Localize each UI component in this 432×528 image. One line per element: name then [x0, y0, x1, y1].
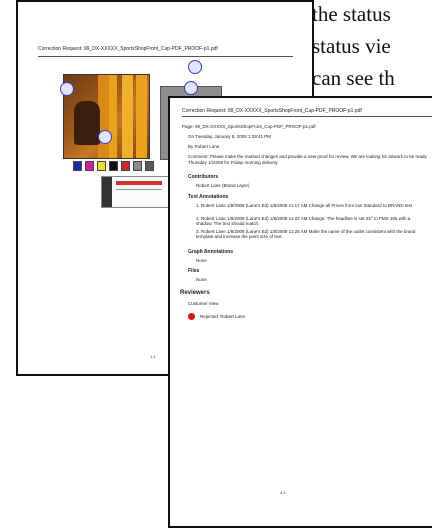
contributors-heading: Contributors: [188, 174, 219, 180]
files-value: None: [196, 277, 207, 282]
text-annotation-1: 1. Robert Lane 1/8/2008 (Lane's Ed) 1/8/…: [196, 203, 413, 208]
color-swatch-7: [145, 161, 154, 171]
files-heading: Files: [188, 268, 200, 274]
title-rule: [38, 56, 293, 57]
contributors-value: Robert Lane (Brand Layer): [196, 183, 250, 188]
comment-text: Comment: Please make the marked changes …: [188, 154, 427, 165]
customer-view-heading: Customer View: [188, 301, 219, 306]
correction-report-page: Correction Request: 99_DX-XXXXX_SportsSh…: [168, 96, 432, 528]
color-swatches: [73, 161, 154, 171]
text-annotation-2: 2. Robert Lane 1/8/2008 (Lane's Ed) 1/8/…: [196, 216, 411, 226]
annotation-marker-1: [188, 60, 202, 74]
graph-annotations-value: None: [196, 258, 207, 263]
page-number: 4-1: [280, 490, 286, 495]
color-swatch-3: [97, 161, 106, 171]
annotation-marker-2: [184, 81, 198, 95]
page-number: 1-1: [150, 354, 156, 359]
text-annotation-3: 3. Robert Lane 1/8/2008 (Lane's Ed) 1/8/…: [196, 229, 416, 239]
label-thumbnail: [101, 176, 169, 208]
annotation-marker-3: [60, 82, 74, 96]
text-annotations-heading: Text Annotations: [188, 194, 229, 200]
rejected-status-icon: [188, 313, 195, 320]
body-text-line-3: can see th: [312, 66, 395, 90]
color-swatch-5: [121, 161, 130, 171]
title-rule: [182, 116, 432, 117]
color-swatch-2: [85, 161, 94, 171]
page-reference: Page: 99_DX-XXXXX_SportsShopFront_Cup-PD…: [182, 124, 316, 129]
body-text-line-2: status vie: [312, 34, 391, 58]
reviewers-heading: Reviewers: [180, 290, 210, 296]
body-text-line-1: the status: [312, 2, 391, 26]
rejected-reviewer: Rejected: Robert Lane: [200, 314, 246, 319]
comment-author: By Robert Lane: [188, 144, 220, 149]
color-swatch-6: [133, 161, 142, 171]
graph-annotations-heading: Graph Annotations: [188, 249, 234, 255]
color-swatch-1: [73, 161, 82, 171]
report-title: Correction Request: 99_DX-XXXXX_SportsSh…: [182, 108, 362, 114]
color-swatch-4: [109, 161, 118, 171]
proof-page-title: Correction Request: 99_DX-XXXXX_SportsSh…: [38, 46, 218, 52]
artwork-image: [63, 74, 150, 159]
annotation-marker-4: [98, 130, 112, 144]
comment-date: On Tuesday, January 8, 2008 1:29:41 PM: [188, 134, 271, 139]
